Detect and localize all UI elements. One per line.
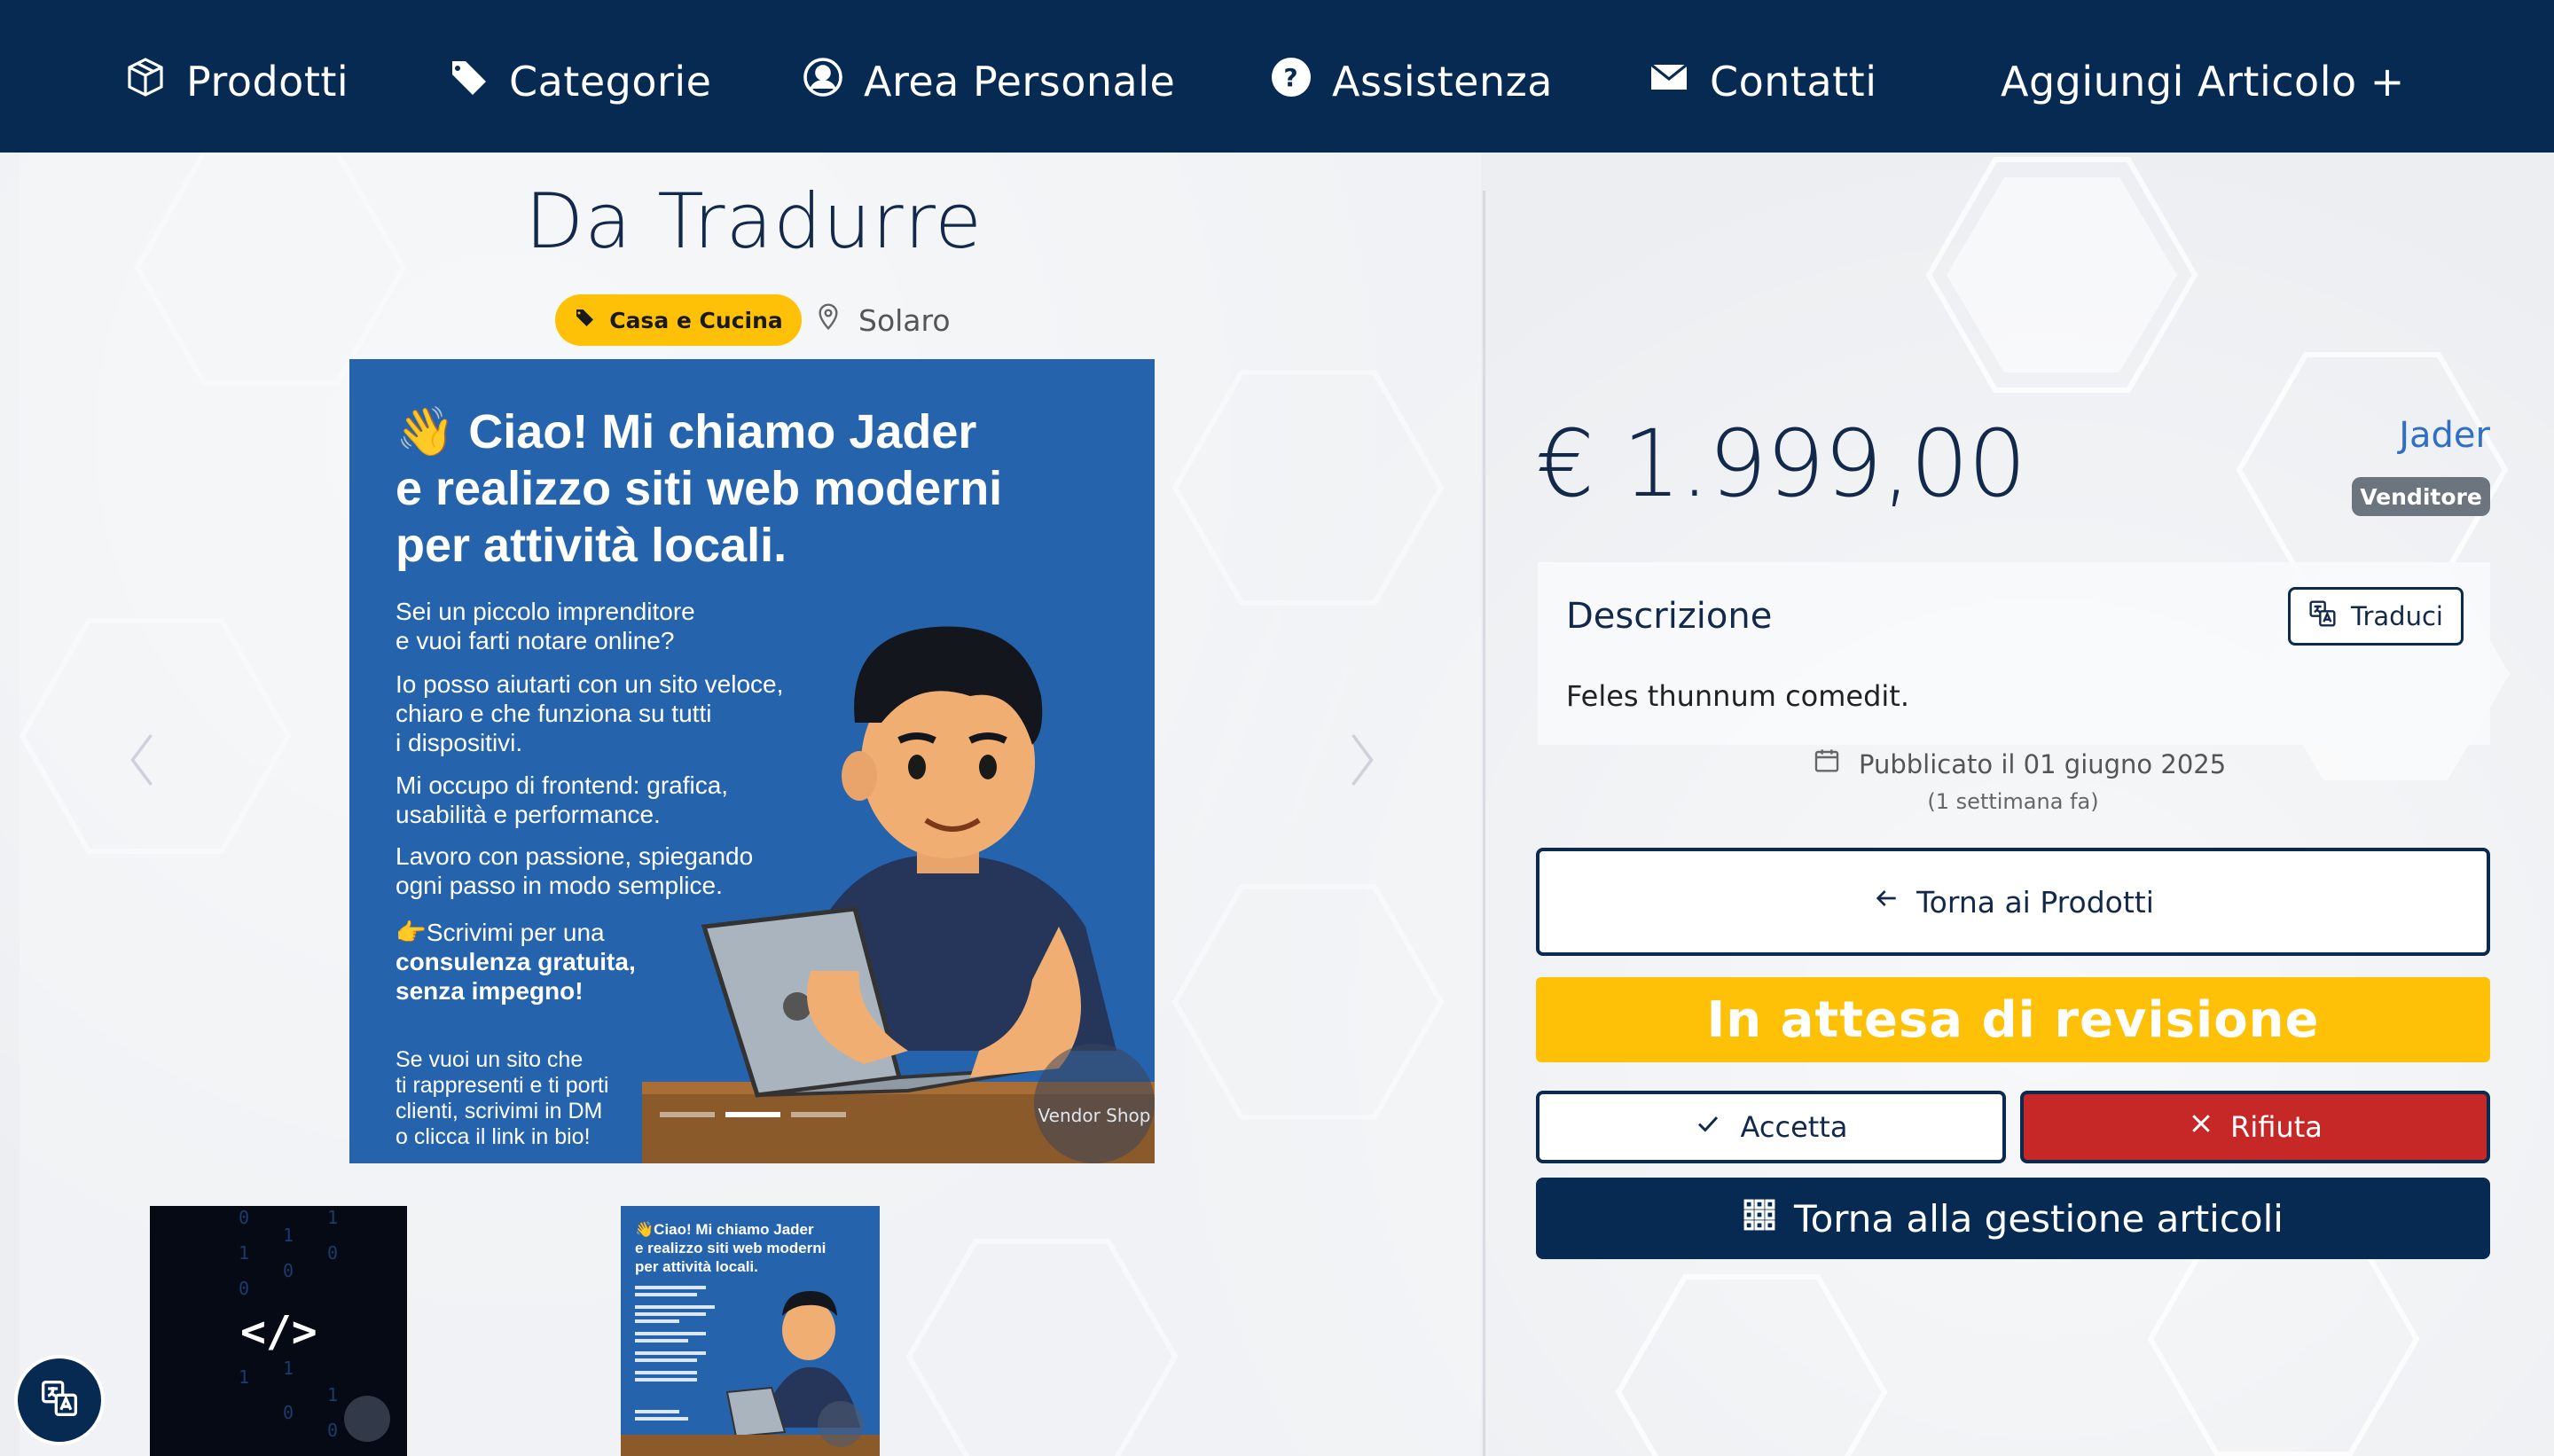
nav-item-label: Assistenza [1332,58,1553,106]
vendor-shop-watermark: Vendor Shop [1034,1044,1155,1163]
thumbnail-1[interactable]: 0 1 0 1 0 1 0 1 0 1 0 1 </> [150,1206,407,1456]
carousel-indicator[interactable] [660,1112,715,1117]
svg-text:1: 1 [239,1366,249,1388]
user-circle-icon [802,56,844,108]
check-icon [1695,1110,1721,1144]
svg-text:1: 1 [283,1225,294,1246]
nav-item-contatti[interactable]: Contatti [1648,46,1877,117]
nav-item-label: Prodotti [186,58,349,106]
thumbnail-2[interactable]: 👋Ciao! Mi chiamo Jader e realizzo siti w… [621,1206,880,1456]
reject-label: Rifiuta [2230,1110,2323,1144]
arrow-left-icon [1872,884,1900,920]
carousel-indicators [660,1112,846,1117]
svg-text:0: 0 [327,1420,338,1441]
seller-name-link[interactable]: Jader [2359,415,2490,456]
published-label: Pubblicato il 01 giugno 2025 [1859,748,2227,779]
reject-button[interactable]: Rifiuta [2020,1091,2490,1163]
product-price: € 1.999,00 [1536,410,2026,518]
translate-label: Traduci [2351,601,2443,631]
category-badge[interactable]: Casa e Cucina [555,294,802,346]
add-article-link[interactable]: Aggiungi Articolo + [2001,46,2405,117]
svg-text:1: 1 [283,1358,294,1379]
svg-text:1: 1 [327,1384,338,1405]
nav-item-label: Categorie [509,58,712,106]
accept-button[interactable]: Accetta [1536,1091,2006,1163]
nav-item-prodotti[interactable]: Prodotti [124,46,349,117]
code-symbol: </> [240,1307,317,1357]
map-pin-icon [814,302,842,338]
svg-text:?: ? [1283,63,1298,92]
svg-text:0: 0 [239,1207,249,1228]
back-to-products-button[interactable]: Torna ai Prodotti [1536,848,2490,956]
published-date: Pubblicato il 01 giugno 2025 [1813,747,2226,781]
nav-item-label: Area Personale [864,58,1176,106]
seller-badge: Venditore [2352,477,2490,516]
location: Solaro [814,294,951,346]
envelope-icon [1648,56,1690,108]
grid-icon [1743,1197,1776,1241]
manage-label: Torna alla gestione articoli [1794,1196,2284,1241]
product-title: Da Tradurre [524,177,983,266]
nav-item-categorie[interactable]: Categorie [447,46,711,117]
top-navbar: Prodotti Categorie Area Personale ? Assi… [0,0,2554,153]
svg-text:0: 0 [283,1260,294,1281]
back-label: Torna ai Prodotti [1916,884,2154,920]
description-text: Feles thunnum comedit. [1566,679,1910,713]
question-circle-icon: ? [1270,56,1312,108]
image-text-p5: 👉Scrivimi per una consulenza gratuita, s… [396,918,636,1006]
image-headline: 👋 Ciao! Mi chiamo Jader e realizzo siti … [396,403,1105,574]
image-headline-line: e realizzo siti web moderni [396,462,1003,515]
close-icon [2188,1110,2214,1144]
image-text-p6: Se vuoi un sito che ti rappresenti e ti … [396,1047,609,1149]
product-main-image[interactable]: 👋 Ciao! Mi chiamo Jader e realizzo siti … [349,359,1155,1163]
column-divider [1483,191,1485,1456]
svg-text:1: 1 [327,1207,338,1228]
category-label: Casa e Cucina [609,307,783,333]
published-relative: (1 settimana fa) [1927,789,2099,814]
description-title: Descrizione [1566,596,1773,637]
nav-item-label: Contatti [1710,58,1877,106]
calendar-icon [1813,747,1841,781]
tag-icon [574,307,595,333]
add-article-label: Aggiungi Articolo + [2001,58,2405,106]
svg-text:👋Ciao! Mi chiamo Jader: 👋Ciao! Mi chiamo Jader [635,1221,814,1239]
back-to-management-button[interactable]: Torna alla gestione articoli [1536,1178,2490,1259]
svg-text:0: 0 [327,1242,338,1264]
svg-text:per attività locali.: per attività locali. [635,1258,758,1275]
carousel-prev-button[interactable] [115,720,168,800]
image-headline-line: 👋 Ciao! Mi chiamo Jader [396,405,977,458]
tag-icon [447,56,490,108]
box-icon [124,56,167,108]
carousel-next-button[interactable] [1336,720,1389,800]
carousel-indicator[interactable] [725,1112,780,1117]
review-status-banner: In attesa di revisione [1536,977,2490,1062]
svg-text:e realizzo siti web moderni: e realizzo siti web moderni [635,1240,826,1256]
svg-text:0: 0 [239,1278,249,1299]
translate-button[interactable]: Traduci [2288,587,2464,646]
image-text-line: 👉Scrivimi per una [396,919,605,946]
accept-label: Accetta [1740,1110,1848,1144]
image-text-bold: consulenza gratuita, senza impegno! [396,948,636,1005]
floating-translate-button[interactable] [14,1355,105,1445]
thumbnail-flyer-image: 👋Ciao! Mi chiamo Jader e realizzo siti w… [621,1221,880,1456]
location-label: Solaro [858,302,951,338]
carousel-indicator[interactable] [791,1112,846,1117]
nav-item-assistenza[interactable]: ? Assistenza [1270,46,1553,117]
description-card: Descrizione Traduci Feles thunnum comedi… [1538,562,2490,745]
svg-text:0: 0 [283,1402,294,1423]
translate-icon [40,1379,79,1421]
nav-item-area-personale[interactable]: Area Personale [802,46,1175,117]
watermark-label: Vendor Shop [1038,1105,1151,1126]
svg-text:1: 1 [239,1242,249,1264]
translate-icon [2308,599,2337,634]
